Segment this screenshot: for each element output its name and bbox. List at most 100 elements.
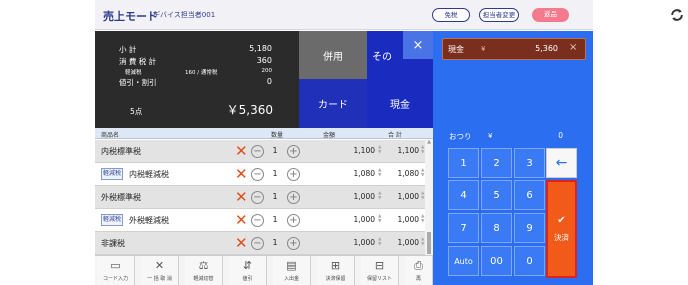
table-row[interactable]: 軽減税 外税軽減税 ✕ − 1 + 1,000 ▲ ▼ 1,000 ▲ ▼ — [95, 209, 433, 232]
tax-value: 360 — [256, 56, 272, 65]
combined-payment-button[interactable]: 併用 — [299, 31, 367, 79]
toolbar-label: 値引 — [242, 276, 253, 282]
reduced-tax-badge: 軽減税 — [101, 214, 123, 226]
scrollbar-thumb[interactable] — [427, 232, 431, 254]
subtotal-spinner-icon[interactable]: ▲ ▼ — [421, 168, 424, 178]
key-2[interactable]: 2 — [481, 148, 512, 178]
delete-icon[interactable]: ✕ — [235, 165, 248, 183]
plus-icon[interactable]: + — [287, 237, 300, 250]
change-label: おつり — [449, 132, 472, 141]
reprint-icon: ⎙ — [414, 259, 423, 272]
delete-icon[interactable]: ✕ — [235, 234, 248, 252]
minus-icon[interactable]: − — [251, 145, 264, 158]
close-icon[interactable]: × — [403, 31, 433, 59]
discount-button[interactable]: ⇵ 値引 — [229, 256, 267, 285]
key-1[interactable]: 1 — [448, 148, 479, 178]
key-0[interactable]: 0 — [514, 246, 545, 276]
delete-icon[interactable]: ✕ — [235, 188, 248, 206]
table-row[interactable]: 非課税 ✕ − 1 + 1,000 ▲ ▼ 1,000 ▲ ▼ — [95, 232, 433, 255]
delete-icon[interactable]: ✕ — [235, 211, 248, 229]
toolbar-label: 入出金 — [283, 276, 299, 282]
item-amount[interactable]: 1,000 — [319, 215, 375, 224]
key-5[interactable]: 5 — [481, 180, 512, 210]
item-amount[interactable]: 1,100 — [319, 146, 375, 155]
minus-icon[interactable]: − — [251, 214, 264, 227]
plus-icon[interactable]: + — [287, 191, 300, 204]
cash-label: 現金 — [448, 45, 464, 54]
item-qty: 1 — [272, 215, 278, 224]
mode-title: 売上モード — [103, 10, 158, 23]
tax-switch-icon: ⚖ — [198, 259, 209, 272]
table-row[interactable]: 軽減税 内税軽減税 ✕ − 1 + 1,080 ▲ ▼ 1,080 ▲ ▼ — [95, 163, 433, 186]
subtotal-spinner-icon[interactable]: ▲ ▼ — [421, 237, 424, 247]
col-subtotal-header: 合 計 — [388, 132, 402, 139]
tax-switch-button[interactable]: ⚖ 軽減切替 — [185, 256, 223, 285]
minus-icon[interactable]: − — [251, 237, 264, 250]
col-amount-header: 金額 — [323, 132, 336, 139]
item-amount[interactable]: 1,080 — [319, 169, 375, 178]
toolbar-label: 決済保留 — [325, 276, 346, 282]
cash-in-out-button[interactable]: ▤ 入出金 — [273, 256, 311, 285]
settle-button[interactable]: ✔ 決済 — [546, 180, 577, 278]
key-9[interactable]: 9 — [514, 213, 545, 243]
tax-free-button[interactable]: 免税 — [432, 8, 470, 22]
table-row[interactable]: 内税標準税 ✕ − 1 + 1,100 ▲ ▼ 1,100 ▲ ▼ — [95, 140, 433, 163]
delete-icon[interactable]: ✕ — [235, 142, 248, 160]
item-subtotal: 1,000 — [397, 238, 419, 247]
clear-all-button[interactable]: ✕ 一 括 取 消 — [141, 256, 179, 285]
yen-symbol: ¥ — [488, 132, 493, 140]
minus-icon[interactable]: − — [251, 168, 264, 181]
subtotal-spinner-icon[interactable]: ▲ ▼ — [421, 145, 424, 155]
item-amount[interactable]: 1,000 — [319, 238, 375, 247]
refresh-icon[interactable] — [669, 6, 685, 24]
item-name: 非課税 — [101, 239, 125, 248]
plus-icon[interactable]: + — [287, 145, 300, 158]
reduced-tax-value: 200 — [261, 68, 273, 74]
subtotal-spinner-icon[interactable]: ▲ ▼ — [421, 191, 424, 201]
card-payment-button[interactable]: カード — [299, 79, 367, 128]
key-4[interactable]: 4 — [448, 180, 479, 210]
reprint-button[interactable]: ⎙ 再 — [405, 256, 433, 285]
key-8[interactable]: 8 — [481, 213, 512, 243]
plus-icon[interactable]: + — [287, 214, 300, 227]
scroll-up-icon[interactable]: ▲ — [425, 139, 433, 147]
item-qty: 1 — [272, 169, 278, 178]
hold-payment-button[interactable]: ⊞ 決済保留 — [317, 256, 355, 285]
code-input-button[interactable]: ▭ コード入力 — [97, 256, 135, 285]
key-auto[interactable]: Auto — [448, 246, 479, 276]
summary-panel: 小 計 5,180 消 費 税 計 360 軽減税 160 / 通常税 200 … — [95, 31, 299, 128]
change-staff-button[interactable]: 担当者変更 — [479, 8, 519, 22]
item-qty: 1 — [272, 192, 278, 201]
item-list-header: 商品名 数量 金額 合 計 — [95, 128, 433, 139]
discount-icon: ⇵ — [242, 259, 253, 272]
reduced-tax-badge: 軽減税 — [101, 168, 123, 180]
key-6[interactable]: 6 — [514, 180, 545, 210]
yen-symbol: ¥ — [481, 45, 486, 53]
item-amount[interactable]: 1,000 — [319, 192, 375, 201]
barcode-icon: ▭ — [110, 259, 121, 272]
return-button[interactable]: 返品 — [532, 8, 569, 22]
toolbar-label: 再 — [415, 276, 421, 282]
cash-payment-entry[interactable]: 現金 ¥ 5,360 × — [442, 38, 586, 60]
clear-icon: ✕ — [154, 259, 165, 272]
key-7[interactable]: 7 — [448, 213, 479, 243]
key-3[interactable]: 3 — [514, 148, 545, 178]
minus-icon[interactable]: − — [251, 191, 264, 204]
close-icon[interactable]: × — [569, 42, 577, 53]
cash-amount: 5,360 — [535, 44, 558, 53]
pos-screen: 売上モード デバイス担当者001 免税 担当者変更 返品 小 計 5,180 消… — [0, 0, 688, 285]
item-name: 内税標準税 — [101, 147, 141, 156]
bottom-toolbar: ▭ コード入力 ✕ 一 括 取 消 ⚖ 軽減切替 ⇵ 値引 ▤ 入出金 ⊞ 決済… — [95, 255, 433, 285]
item-name: 内税軽減税 — [129, 170, 169, 179]
item-name: 外税軽減税 — [129, 216, 169, 225]
device-name: デバイス担当者001 — [153, 11, 216, 19]
change-amount: 0 — [558, 131, 563, 140]
cash-payment-button[interactable]: 現金 — [367, 79, 433, 128]
subtotal-spinner-icon[interactable]: ▲ ▼ — [421, 214, 424, 224]
backspace-icon[interactable]: ← — [546, 148, 577, 178]
key-00[interactable]: 00 — [481, 246, 512, 276]
plus-icon[interactable]: + — [287, 168, 300, 181]
table-row[interactable]: 外税標準税 ✕ − 1 + 1,000 ▲ ▼ 1,000 ▲ ▼ — [95, 186, 433, 209]
toolbar-label: 軽減切替 — [193, 276, 214, 282]
hold-list-button[interactable]: ⊟ 保留リスト — [361, 256, 399, 285]
